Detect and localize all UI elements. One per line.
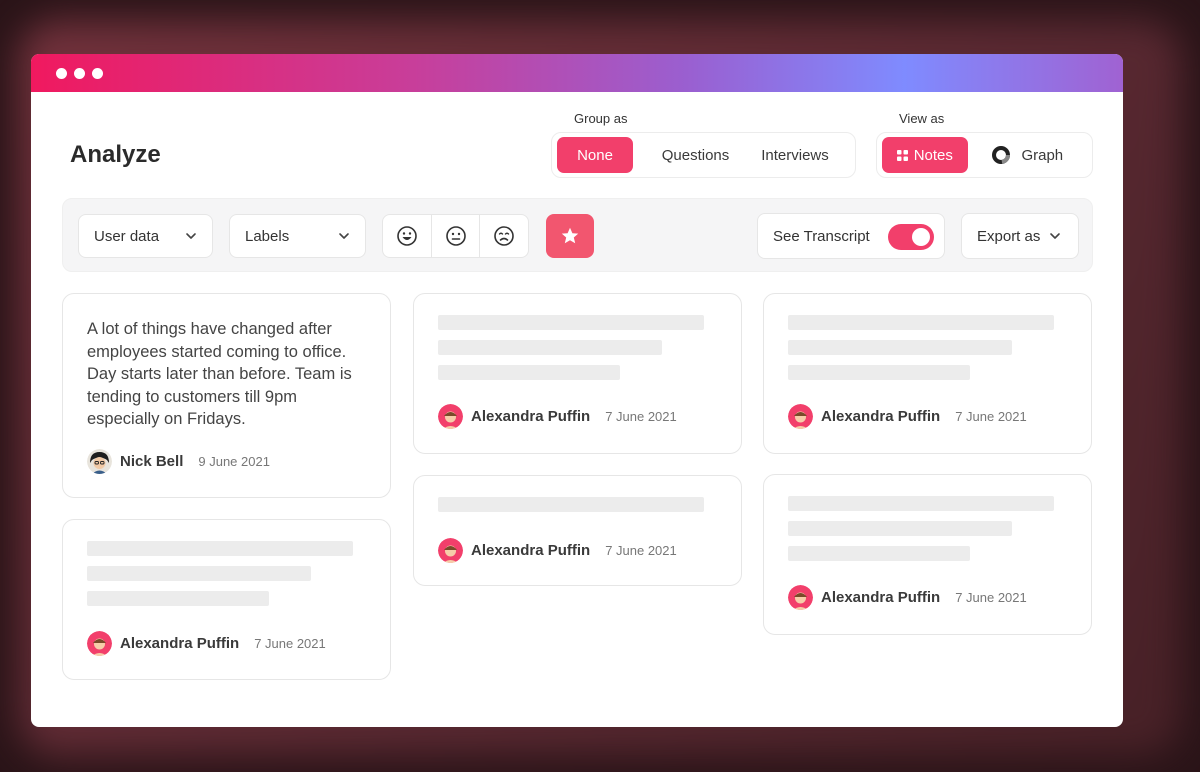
- note-date: 7 June 2021: [605, 409, 677, 424]
- sad-face-icon: [494, 226, 514, 246]
- author-name: Alexandra Puffin: [821, 589, 941, 606]
- note-text: A lot of things have changed after emplo…: [87, 320, 352, 429]
- author-name: Alexandra Puffin: [821, 408, 941, 425]
- author-name: Alexandra Puffin: [120, 635, 240, 652]
- view-option-notes[interactable]: Notes: [882, 137, 968, 173]
- skeleton-line: [87, 566, 311, 581]
- avatar: [438, 538, 463, 563]
- note-date: 7 June 2021: [605, 543, 677, 558]
- note-card[interactable]: A lot of things have changed after emplo…: [62, 293, 391, 498]
- sentiment-neutral-button[interactable]: [432, 215, 481, 257]
- title-bar: [31, 54, 1123, 92]
- chevron-down-icon: [339, 233, 349, 239]
- view-as-segmented-control: Notes Graph: [876, 132, 1093, 178]
- group-option-questions[interactable]: Questions: [633, 137, 758, 173]
- view-as-label: View as: [899, 111, 945, 126]
- skeleton-line: [788, 340, 1012, 355]
- export-as-dropdown[interactable]: Export as: [961, 213, 1079, 259]
- window-dot-maximize[interactable]: [92, 68, 103, 79]
- skeleton-line: [788, 521, 1012, 536]
- happy-face-icon: [397, 226, 417, 246]
- neutral-face-icon: [445, 226, 466, 246]
- window-dot-close[interactable]: [56, 68, 67, 79]
- note-card[interactable]: Alexandra Puffin 7 June 2021: [62, 519, 391, 680]
- user-data-dropdown[interactable]: User data: [78, 214, 213, 258]
- skeleton-line: [87, 541, 353, 556]
- note-author: Alexandra Puffin 7 June 2021: [788, 404, 1027, 429]
- chevron-down-icon: [1050, 233, 1061, 239]
- sentiment-happy-button[interactable]: [383, 215, 432, 257]
- note-card[interactable]: Alexandra Puffin 7 June 2021: [413, 475, 742, 586]
- view-option-graph[interactable]: Graph: [968, 137, 1087, 173]
- group-option-none[interactable]: None: [557, 137, 633, 173]
- group-option-interviews[interactable]: Interviews: [758, 137, 832, 173]
- ring-icon: [992, 146, 1011, 164]
- skeleton-line: [87, 591, 269, 606]
- labels-label: Labels: [245, 227, 290, 245]
- group-as-label: Group as: [574, 111, 628, 126]
- export-as-label: Export as: [977, 227, 1041, 245]
- chevron-down-icon: [186, 233, 196, 239]
- avatar: [788, 585, 813, 610]
- skeleton-line: [788, 546, 970, 561]
- author-name: Alexandra Puffin: [471, 408, 591, 425]
- filter-toolbar: User data Labels See Transcript Export a…: [62, 198, 1093, 272]
- view-option-notes-label: Notes: [913, 146, 953, 164]
- see-transcript-label: See Transcript: [773, 227, 870, 245]
- grid-icon: [896, 149, 908, 161]
- sentiment-sad-button[interactable]: [480, 215, 528, 257]
- note-author: Alexandra Puffin 7 June 2021: [87, 631, 326, 656]
- see-transcript-toggle[interactable]: [888, 224, 934, 250]
- window-dot-minimize[interactable]: [74, 68, 85, 79]
- note-date: 9 June 2021: [198, 454, 270, 469]
- note-author: Alexandra Puffin 7 June 2021: [438, 404, 677, 429]
- view-option-graph-label: Graph: [1021, 146, 1064, 164]
- avatar: [87, 631, 112, 656]
- note-date: 7 June 2021: [955, 409, 1027, 424]
- skeleton-line: [438, 497, 704, 512]
- sentiment-filter-group: [382, 214, 529, 258]
- user-data-label: User data: [94, 227, 160, 245]
- avatar: [788, 404, 813, 429]
- note-card[interactable]: Alexandra Puffin 7 June 2021: [763, 474, 1092, 635]
- note-author: Alexandra Puffin 7 June 2021: [438, 538, 677, 563]
- group-as-segmented-control: None Questions Interviews: [551, 132, 856, 178]
- skeleton-line: [788, 315, 1054, 330]
- avatar: [87, 449, 112, 474]
- window-controls: [56, 68, 103, 79]
- note-date: 7 June 2021: [254, 636, 326, 651]
- note-author: Alexandra Puffin 7 June 2021: [788, 585, 1027, 610]
- avatar: [438, 404, 463, 429]
- starred-filter-button[interactable]: [546, 214, 594, 258]
- skeleton-line: [788, 365, 970, 380]
- skeleton-line: [438, 365, 620, 380]
- skeleton-line: [438, 340, 662, 355]
- labels-dropdown[interactable]: Labels: [229, 214, 366, 258]
- note-author: Nick Bell 9 June 2021: [87, 449, 270, 474]
- app-window: Analyze Group as None Questions Intervie…: [31, 54, 1123, 727]
- toggle-knob: [912, 228, 930, 246]
- author-name: Nick Bell: [120, 453, 184, 470]
- page-title: Analyze: [70, 141, 161, 168]
- see-transcript-control: See Transcript: [757, 213, 945, 259]
- note-date: 7 June 2021: [955, 590, 1027, 605]
- skeleton-line: [438, 315, 704, 330]
- note-card[interactable]: Alexandra Puffin 7 June 2021: [413, 293, 742, 454]
- author-name: Alexandra Puffin: [471, 542, 591, 559]
- skeleton-line: [788, 496, 1054, 511]
- star-icon: [561, 227, 579, 244]
- note-card[interactable]: Alexandra Puffin 7 June 2021: [763, 293, 1092, 454]
